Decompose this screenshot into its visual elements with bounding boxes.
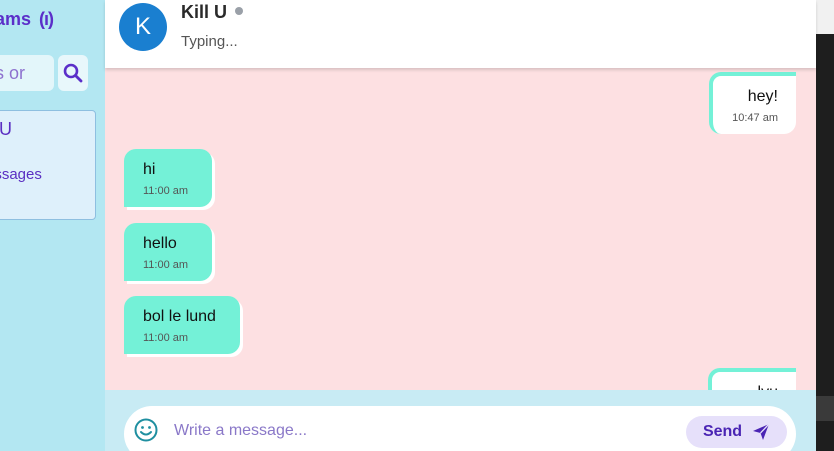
- typing-status: Typing...: [181, 33, 238, 50]
- message-list[interactable]: hey! 10:47 am hi 11:00 am hello 11:00 am…: [105, 68, 816, 390]
- search-icon: [63, 63, 83, 83]
- avatar[interactable]: K: [119, 3, 167, 51]
- message-input[interactable]: [174, 418, 624, 444]
- message-text: bol le lund: [143, 308, 216, 325]
- scrollbar-marker: [816, 396, 834, 421]
- message-time: 10:47 am: [732, 112, 778, 124]
- chat-name: ll U: [0, 119, 12, 139]
- send-icon: [753, 423, 770, 440]
- send-label: Send: [702, 423, 743, 440]
- send-button[interactable]: Send: [686, 416, 787, 448]
- message-incoming: hi 11:00 am: [124, 149, 212, 207]
- status-dot-icon: [235, 7, 243, 15]
- emoji-icon[interactable]: [134, 418, 158, 442]
- chat-preview-line: o: [0, 140, 95, 163]
- message-incoming: bol le lund 11:00 am: [124, 296, 240, 354]
- message-incoming: hello 11:00 am: [124, 223, 212, 281]
- search-input[interactable]: [0, 55, 54, 91]
- message-composer: Send: [124, 406, 796, 451]
- search-bar: [0, 55, 88, 91]
- window-edge-top: [816, 0, 834, 34]
- search-button[interactable]: [58, 55, 88, 91]
- broadcast-icon: (ı): [39, 9, 54, 29]
- message-outgoing: hey! 10:47 am: [709, 72, 796, 134]
- brand-title: reams: [0, 9, 32, 29]
- brand: reams (ı): [0, 9, 54, 30]
- message-time: 11:00 am: [143, 185, 189, 197]
- chat-list-item[interactable]: ll U o essages t: [0, 110, 96, 220]
- message-outgoing: lvu: [708, 368, 796, 390]
- window-edge: [816, 0, 834, 451]
- message-time: 11:00 am: [143, 259, 189, 271]
- sidebar: reams (ı) ll U o essages t: [0, 0, 105, 451]
- chat-preview-line: essages: [0, 166, 42, 183]
- chat-header: K Kill U Typing...: [105, 0, 816, 68]
- message-text: hey!: [747, 88, 778, 105]
- message-text: hi: [143, 161, 156, 178]
- chat-panel: K Kill U Typing... hey! 10:47 am hi 11:0…: [105, 0, 816, 451]
- chat-preview-line: t: [0, 186, 95, 209]
- message-text: hello: [143, 235, 177, 252]
- composer-area: Send: [105, 390, 816, 451]
- contact-name: Kill U: [181, 2, 228, 22]
- message-time: 11:00 am: [143, 332, 189, 344]
